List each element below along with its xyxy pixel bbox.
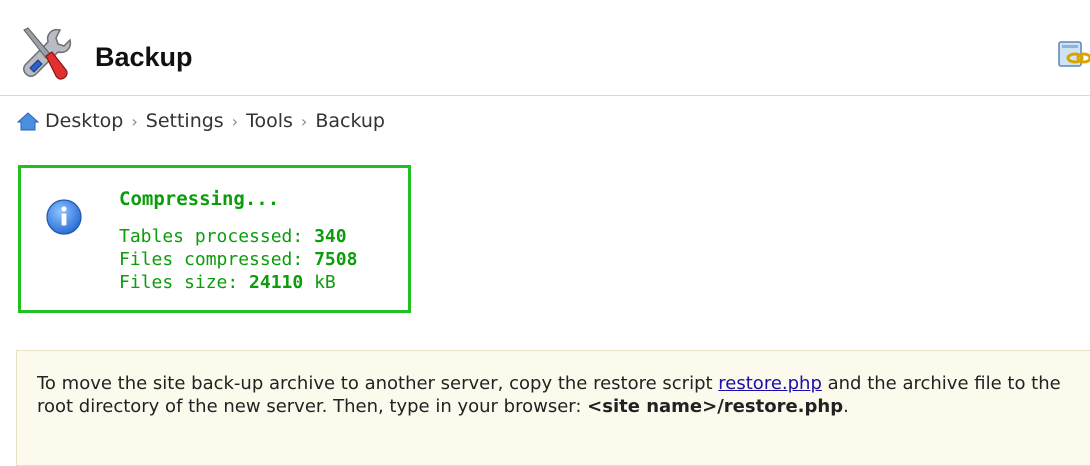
info-text-before-link: To move the site back-up archive to anot… — [37, 373, 719, 394]
home-icon[interactable] — [17, 111, 39, 131]
restore-php-link[interactable]: restore.php — [718, 373, 822, 394]
tools-icon — [23, 27, 72, 80]
files-size-line: Files size: 24110 kB — [119, 271, 357, 294]
breadcrumb-separator: › — [231, 111, 239, 131]
breadcrumb-tools[interactable]: Tools — [246, 110, 293, 132]
status-box: Compressing... Tables processed: 340 Fil… — [18, 165, 411, 313]
breadcrumb-current: Backup — [315, 110, 385, 132]
info-icon — [46, 199, 82, 235]
tables-processed-label: Tables processed: — [119, 226, 315, 247]
info-text: To move the site back-up archive to anot… — [37, 372, 1077, 418]
status-title: Compressing... — [119, 188, 280, 210]
breadcrumb-settings[interactable]: Settings — [146, 110, 224, 132]
link-icon[interactable] — [1055, 40, 1090, 70]
breadcrumb: Desktop › Settings › Tools › Backup — [17, 109, 385, 133]
files-compressed-label: Files compressed: — [119, 249, 315, 270]
site-name-placeholder: <site name> — [587, 396, 718, 417]
files-compressed-line: Files compressed: 7508 — [119, 248, 357, 271]
tables-processed-line: Tables processed: 340 — [119, 225, 357, 248]
info-text-ending: . — [843, 396, 849, 417]
breadcrumb-separator: › — [300, 111, 308, 131]
page-title: Backup — [95, 42, 193, 72]
breadcrumb-separator: › — [131, 111, 138, 131]
page-header: Backup — [0, 0, 1090, 96]
files-size-label: Files size: — [119, 272, 250, 293]
files-compressed-value: 7508 — [314, 249, 358, 270]
restore-path: /restore.php — [717, 396, 844, 417]
status-details: Tables processed: 340 Files compressed: … — [119, 225, 357, 294]
breadcrumb-desktop[interactable]: Desktop — [45, 110, 123, 132]
info-panel: To move the site back-up archive to anot… — [16, 350, 1090, 466]
backup-page: Backup Desktop › Settings › Tools › Back… — [0, 0, 1090, 466]
files-size-unit: kB — [303, 272, 336, 293]
tables-processed-value: 340 — [314, 226, 347, 247]
files-size-value: 24110 — [249, 272, 304, 293]
